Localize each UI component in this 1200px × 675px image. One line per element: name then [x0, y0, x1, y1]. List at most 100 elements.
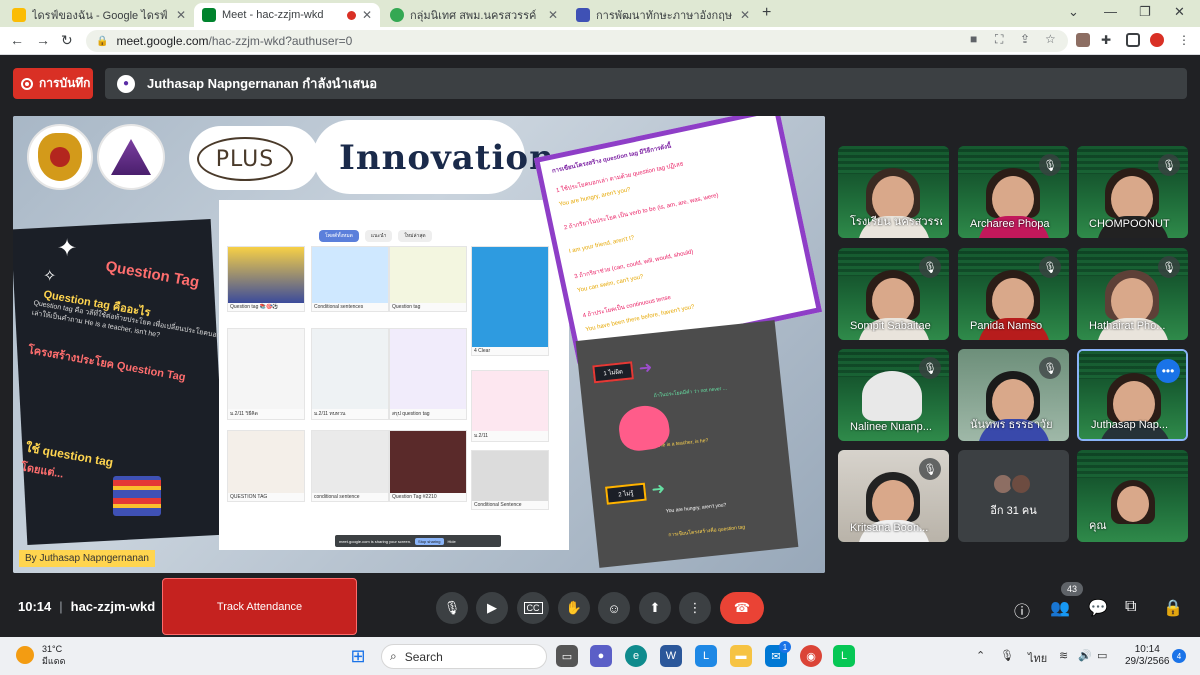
chat-icon[interactable]: 💬: [1088, 598, 1108, 618]
padlet-tab[interactable]: ใหม่ล่าสุด: [398, 230, 432, 242]
padlet-card[interactable]: Question tag: [389, 246, 467, 312]
tab-meet[interactable]: Meet - hac-zzjm-wkd ✕: [194, 3, 380, 27]
line-icon[interactable]: L: [833, 645, 855, 667]
more-options-button[interactable]: ⋮: [679, 592, 711, 624]
clock[interactable]: 10:14 29/3/2566: [1125, 644, 1170, 668]
activities-icon[interactable]: ⧉: [1125, 598, 1136, 616]
more-options-icon[interactable]: •••: [1156, 359, 1180, 383]
more-participants-tile[interactable]: อีก 31 คน: [958, 450, 1069, 542]
chrome-icon[interactable]: ◉: [800, 645, 822, 667]
l-app-icon[interactable]: L: [695, 645, 717, 667]
hide-button[interactable]: Hide: [448, 539, 456, 544]
chevron-up-icon[interactable]: ⌃: [976, 649, 985, 662]
camera-icon[interactable]: ■: [970, 32, 977, 46]
leave-call-button[interactable]: ☎: [720, 592, 764, 624]
recording-button[interactable]: การบันทึก: [13, 68, 93, 99]
weather-widget[interactable]: 31°C มีแดด: [16, 643, 65, 667]
star-icon: ✦: [57, 235, 78, 262]
close-tab-icon[interactable]: ✕: [362, 8, 372, 22]
sharing-notice: meet.google.com is sharing your screen. …: [335, 535, 501, 547]
wifi-icon[interactable]: ≋: [1059, 649, 1068, 662]
present-button[interactable]: ⬆: [639, 592, 671, 624]
raise-hand-button[interactable]: ✋: [558, 592, 590, 624]
reactions-button[interactable]: ☺: [598, 592, 630, 624]
padlet-card[interactable]: conditional sentence: [311, 430, 389, 502]
battery-icon[interactable]: ▭: [1097, 649, 1107, 662]
captions-button[interactable]: CC: [517, 592, 549, 624]
participant-tile[interactable]: โรงเรียน นครสวรรค์: [838, 146, 949, 238]
forward-icon[interactable]: →: [36, 32, 50, 48]
restore-button[interactable]: ❐: [1139, 4, 1151, 20]
info-icon[interactable]: ⓘ: [1014, 598, 1030, 622]
shared-screen[interactable]: PLUS Innovation ✦ ✧ Question Tag Questio…: [13, 116, 825, 573]
padlet-card[interactable]: Question Tag #2210: [389, 430, 467, 502]
bookmark-star-icon[interactable]: ☆: [1045, 32, 1056, 46]
participant-tile[interactable]: 🎙 CHOMPOONUT: [1077, 146, 1188, 238]
profile-avatar[interactable]: [1150, 33, 1164, 47]
mic-tray-icon[interactable]: 🎙: [1000, 649, 1014, 662]
padlet-card[interactable]: QUESTION TAG: [227, 430, 305, 502]
task-view-icon[interactable]: ▭: [556, 645, 578, 667]
padlet-card[interactable]: ม.2/11 ทบทวน: [311, 328, 389, 420]
participant-name: นันทพร ธรรธาวัย: [970, 419, 1053, 431]
padlet-card[interactable]: Conditional Sentence: [471, 450, 549, 510]
share-icon[interactable]: ⇪: [1020, 32, 1030, 46]
volume-icon[interactable]: 🔊: [1078, 649, 1092, 662]
extensions-puzzle-icon[interactable]: ✚: [1101, 33, 1115, 47]
minimize-button[interactable]: —: [1104, 4, 1117, 19]
close-tab-icon[interactable]: ✕: [740, 8, 750, 22]
participant-tile[interactable]: 🎙 Kritsana Boon...: [838, 450, 949, 542]
participant-name: Archaree Phopa: [970, 218, 1050, 230]
notification-badge[interactable]: 4: [1172, 649, 1186, 663]
example-line: He is a teacher, is he?: [658, 437, 709, 449]
padlet-card[interactable]: สรุป question tag: [389, 328, 467, 420]
forms-icon: [576, 8, 590, 22]
padlet-card[interactable]: Question tag 📚🎯⚽: [227, 246, 305, 312]
participant-tile-self[interactable]: คุณ: [1077, 450, 1188, 542]
padlet-tab[interactable]: โพสต์ทั้งหมด: [319, 230, 359, 242]
close-window-button[interactable]: ✕: [1174, 4, 1185, 20]
word-icon[interactable]: W: [660, 645, 682, 667]
participant-name: คุณ: [1089, 520, 1107, 532]
new-tab-button[interactable]: +: [762, 4, 771, 22]
menu-kebab-icon[interactable]: ⋮: [1178, 33, 1192, 47]
side-panel-icon[interactable]: [1126, 33, 1140, 47]
close-tab-icon[interactable]: ✕: [176, 8, 186, 22]
padlet-card[interactable]: 4 Clear: [471, 246, 549, 356]
edge-icon[interactable]: e: [625, 645, 647, 667]
camera-button[interactable]: ▶: [476, 592, 508, 624]
address-bar[interactable]: 🔒 meet.google.com/hac-zzjm-wkd?authuser=…: [86, 30, 1068, 52]
tab-drive[interactable]: ไดรฟ์ของฉัน - Google ไดรฟ์ ✕: [4, 3, 194, 27]
padlet-tab[interactable]: แนะนำ: [364, 230, 393, 242]
teams-chat-icon[interactable]: ●: [590, 645, 612, 667]
tab-supervision[interactable]: กลุ่มนิเทศ สพม.นครสวรรค์ ✕: [382, 3, 566, 27]
people-icon[interactable]: 👥: [1050, 598, 1070, 618]
participant-tile-presenter[interactable]: ••• Juthasap Nap...: [1077, 349, 1188, 441]
tab-search-icon[interactable]: ⌄: [1068, 4, 1079, 20]
back-icon[interactable]: ←: [10, 32, 24, 48]
close-tab-icon[interactable]: ✕: [548, 8, 558, 22]
reload-icon[interactable]: ↻: [61, 32, 73, 49]
taskbar-search[interactable]: ⌕ Search: [381, 644, 547, 669]
extension-avatar-icon[interactable]: [1076, 33, 1090, 47]
mic-button[interactable]: 🎙: [436, 592, 468, 624]
participant-tile[interactable]: 🎙 Sompit Sabaitae: [838, 248, 949, 340]
participant-tile[interactable]: 🎙 Nalinee Nuanp...: [838, 349, 949, 441]
participant-tile[interactable]: 🎙 นันทพร ธรรธาวัย: [958, 349, 1069, 441]
file-explorer-icon[interactable]: ▬: [730, 645, 752, 667]
track-attendance-button[interactable]: Track Attendance: [162, 578, 357, 635]
padlet-card[interactable]: ม.2/11: [471, 370, 549, 442]
tab-english[interactable]: การพัฒนาทักษะภาษาอังกฤษ English ✕: [568, 3, 758, 27]
participant-tile[interactable]: 🎙 Archaree Phopa: [958, 146, 1069, 238]
mic-off-icon: 🎙: [1039, 256, 1061, 278]
participant-tile[interactable]: 🎙 Hathairat Pho...: [1077, 248, 1188, 340]
tab-title: Meet - hac-zzjm-wkd: [222, 9, 324, 21]
language-indicator[interactable]: ไทย: [1028, 649, 1047, 667]
windows-start-icon[interactable]: ⊞: [347, 645, 369, 667]
participant-tile[interactable]: 🎙 Panida Namso: [958, 248, 1069, 340]
translate-icon[interactable]: ⛶: [995, 32, 1003, 47]
host-controls-icon[interactable]: 🔒: [1163, 598, 1183, 618]
padlet-card[interactable]: Conditional sentences: [311, 246, 389, 312]
stop-sharing-button[interactable]: Stop sharing: [415, 537, 444, 545]
padlet-card[interactable]: ม.2/11 วิธีคิด: [227, 328, 305, 420]
